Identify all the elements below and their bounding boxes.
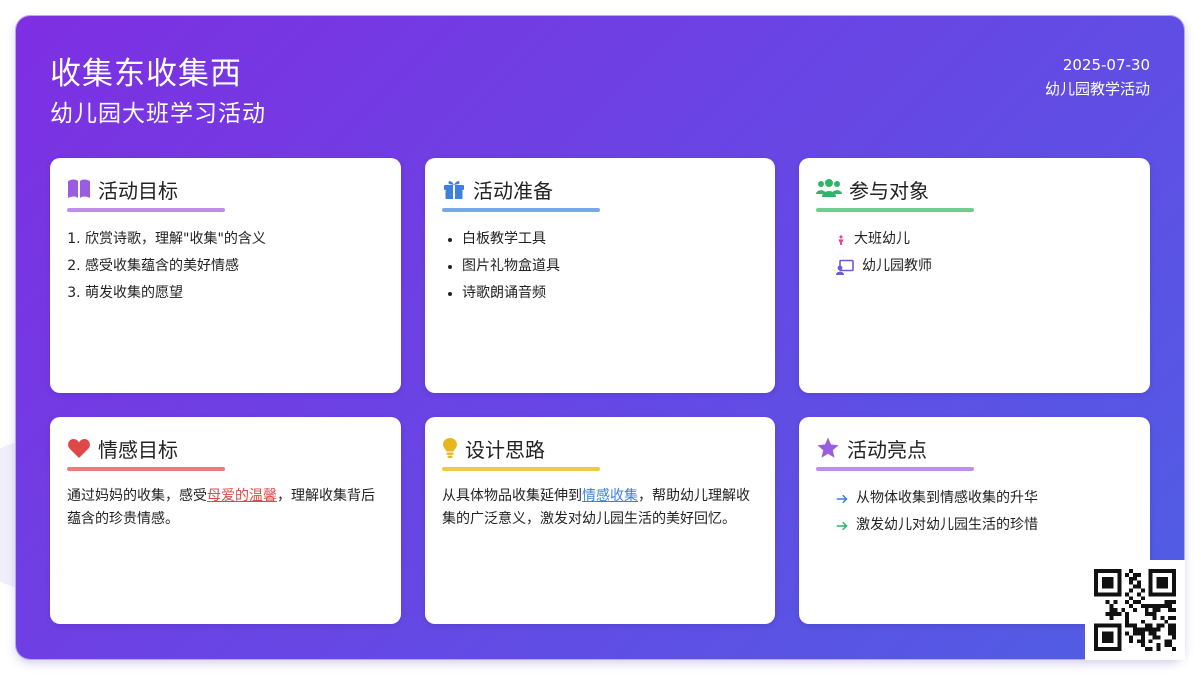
- title-underline: [67, 208, 225, 212]
- list-item: 从物体收集到情感收集的升华: [836, 485, 1133, 512]
- gift-icon: [444, 181, 464, 199]
- list-item: 大班幼儿: [836, 226, 1133, 253]
- participant-label: 大班幼儿: [854, 231, 910, 247]
- activity-category: 幼儿园教学活动: [1044, 80, 1150, 98]
- lightbulb-icon: [443, 438, 457, 458]
- card-participants: 参与对象 大班幼儿 幼儿园教师: [799, 158, 1150, 393]
- card-emotion: 情感目标 通过妈妈的收集，感受母爱的温馨，理解收集背后蕴含的珍贵情感。: [50, 417, 401, 624]
- card-body: 白板教学工具 图片礼物盒道具 诗歌朗诵音频: [442, 226, 758, 307]
- goals-list: 欣赏诗歌，理解"收集"的含义 感受收集蕴含的美好情感 萌发收集的愿望: [67, 226, 384, 307]
- card-title: 情感目标: [98, 437, 178, 462]
- card-title: 参与对象: [849, 178, 929, 203]
- text-segment: 通过妈妈的收集，感受: [67, 488, 207, 504]
- title-underline: [67, 467, 225, 471]
- card-header: 活动亮点: [816, 435, 1133, 462]
- qr-code: [1085, 560, 1185, 660]
- card-goals: 活动目标 欣赏诗歌，理解"收集"的含义 感受收集蕴含的美好情感 萌发收集的愿望: [50, 158, 401, 393]
- heart-icon: [68, 439, 90, 458]
- card-header: 活动准备: [442, 176, 758, 203]
- prep-list: 白板教学工具 图片礼物盒道具 诗歌朗诵音频: [442, 226, 758, 307]
- title-underline: [816, 467, 974, 471]
- page-title: 收集东收集西: [50, 56, 242, 92]
- card-title: 活动准备: [473, 178, 553, 203]
- users-icon: [816, 179, 842, 197]
- list-item: 欣赏诗歌，理解"收集"的含义: [85, 226, 384, 253]
- child-icon: [838, 234, 844, 245]
- list-item: 幼儿园教师: [836, 253, 1133, 280]
- page-subtitle: 幼儿园大班学习活动: [50, 101, 266, 127]
- poster-frame: 收集东收集西 幼儿园大班学习活动 2025-07-30 幼儿园教学活动 活动目标…: [16, 16, 1184, 659]
- highlight-text: 母爱的温馨: [207, 488, 277, 504]
- arrow-right-icon: [836, 521, 848, 530]
- emotion-text: 通过妈妈的收集，感受母爱的温馨，理解收集背后蕴含的珍贵情感。: [67, 485, 384, 531]
- title-underline: [442, 208, 600, 212]
- card-header: 参与对象: [816, 176, 1133, 203]
- highlight-text: 情感收集: [582, 488, 638, 504]
- list-item: 图片礼物盒道具: [462, 253, 758, 280]
- card-header: 活动目标: [67, 176, 384, 203]
- card-title: 活动亮点: [847, 437, 927, 462]
- list-item: 白板教学工具: [462, 226, 758, 253]
- title-underline: [816, 208, 974, 212]
- list-item: 萌发收集的愿望: [85, 280, 384, 307]
- arrow-right-icon: [836, 494, 848, 503]
- list-item: 感受收集蕴含的美好情感: [85, 253, 384, 280]
- highlight-label: 激发幼儿对幼儿园生活的珍惜: [856, 517, 1038, 533]
- card-title: 设计思路: [465, 437, 545, 462]
- card-design: 设计思路 从具体物品收集延伸到情感收集，帮助幼儿理解收集的广泛意义，激发对幼儿园…: [425, 417, 775, 624]
- card-title: 活动目标: [98, 178, 178, 203]
- header-meta: 2025-07-30 幼儿园教学活动: [1045, 53, 1150, 101]
- star-icon: [817, 437, 839, 458]
- card-body: 从物体收集到情感收集的升华 激发幼儿对幼儿园生活的珍惜: [816, 485, 1133, 539]
- teacher-icon: [836, 259, 854, 275]
- participant-label: 幼儿园教师: [862, 258, 932, 274]
- book-icon: [68, 179, 90, 198]
- highlights-list: 从物体收集到情感收集的升华 激发幼儿对幼儿园生活的珍惜: [816, 485, 1133, 539]
- title-underline: [442, 467, 600, 471]
- card-header: 设计思路: [442, 435, 758, 462]
- text-segment: 从具体物品收集延伸到: [442, 488, 582, 504]
- list-item: 激发幼儿对幼儿园生活的珍惜: [836, 512, 1133, 539]
- card-prep: 活动准备 白板教学工具 图片礼物盒道具 诗歌朗诵音频: [425, 158, 775, 393]
- card-body: 欣赏诗歌，理解"收集"的含义 感受收集蕴含的美好情感 萌发收集的愿望: [67, 226, 384, 307]
- activity-date: 2025-07-30: [1062, 56, 1150, 74]
- participants-list: 大班幼儿 幼儿园教师: [816, 226, 1133, 280]
- design-text: 从具体物品收集延伸到情感收集，帮助幼儿理解收集的广泛意义，激发对幼儿园生活的美好…: [442, 485, 758, 531]
- list-item: 诗歌朗诵音频: [462, 280, 758, 307]
- highlight-label: 从物体收集到情感收集的升华: [856, 490, 1038, 506]
- qr-code-icon: [1094, 569, 1176, 651]
- card-body: 大班幼儿 幼儿园教师: [816, 226, 1133, 280]
- card-header: 情感目标: [67, 435, 384, 462]
